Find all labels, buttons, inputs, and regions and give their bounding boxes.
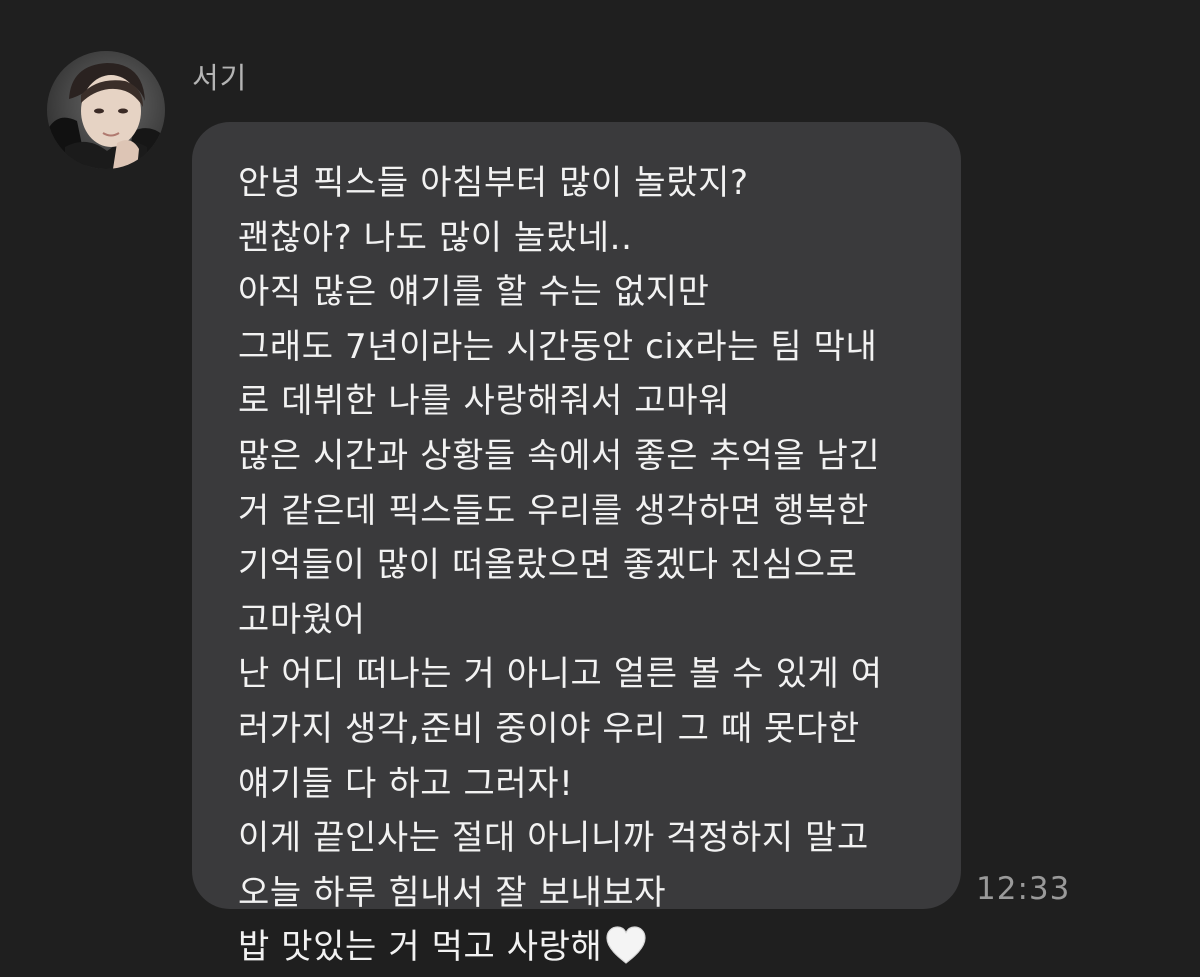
avatar[interactable] xyxy=(47,51,165,169)
message-timestamp: 12:33 xyxy=(976,871,1071,907)
message-line: 오늘 하루 힘내서 잘 보내보자 xyxy=(238,872,667,913)
message-line: 로 데뷔한 나를 사랑해줘서 고마워 xyxy=(238,381,730,422)
message-line-last: 밥 맛있는 거 먹고 사랑해 xyxy=(238,920,938,975)
message-line: 아직 많은 얘기를 할 수는 없지만 xyxy=(238,272,710,313)
white-heart-icon xyxy=(606,926,647,965)
profile-photo-icon xyxy=(47,51,165,169)
message-line: 거 같은데 픽스들도 우리를 생각하면 행복한 xyxy=(238,490,869,531)
message-line: 괜찮아? 나도 많이 놀랐네.. xyxy=(238,217,633,258)
message-line-text: 밥 맛있는 거 먹고 사랑해 xyxy=(238,927,603,968)
message-text: 안녕 픽스들 아침부터 많이 놀랐지? 괜찮아? 나도 많이 놀랐네.. 아직 … xyxy=(238,156,938,975)
message-bubble[interactable]: 안녕 픽스들 아침부터 많이 놀랐지? 괜찮아? 나도 많이 놀랐네.. 아직 … xyxy=(192,122,961,967)
chat-screen: 서기 안녕 픽스들 아침부터 많이 놀랐지? 괜찮아? 나도 많이 놀랐네.. … xyxy=(0,0,1200,977)
sender-name: 서기 xyxy=(192,61,248,95)
message-line: 안녕 픽스들 아침부터 많이 놀랐지? xyxy=(238,163,749,203)
message-line: 이게 끝인사는 절대 아니니까 걱정하지 말고 xyxy=(238,818,869,859)
message-line: 고마웠어 xyxy=(238,599,366,640)
message-line: 얘기들 다 하고 그러자! xyxy=(238,763,574,804)
message-row: 서기 안녕 픽스들 아침부터 많이 놀랐지? 괜찮아? 나도 많이 놀랐네.. … xyxy=(0,0,1200,977)
message-line: 그래도 7년이라는 시간동안 cix라는 팀 막내 xyxy=(238,326,878,367)
message-line: 러가지 생각,준비 중이야 우리 그 때 못다한 xyxy=(238,708,860,749)
message-line: 기억들이 많이 떠올랐으면 좋겠다 진심으로 xyxy=(238,545,858,586)
message-line: 난 어디 떠나는 거 아니고 얼른 볼 수 있게 여 xyxy=(238,654,883,695)
message-line: 많은 시간과 상황들 속에서 좋은 추억을 남긴 xyxy=(238,435,881,476)
